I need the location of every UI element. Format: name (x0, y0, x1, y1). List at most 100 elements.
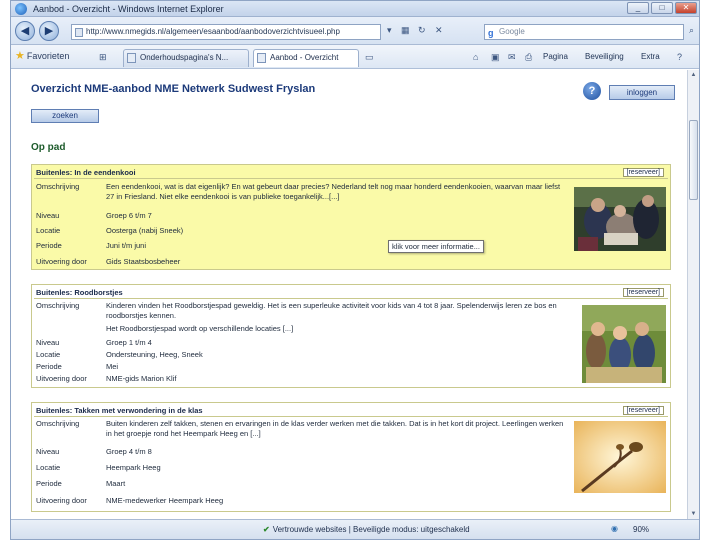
period-value: Maart (106, 479, 126, 488)
search-placeholder: Google (499, 27, 525, 36)
forward-button[interactable]: ▶ (39, 21, 59, 41)
tab-label: Aanbod - Overzicht (270, 53, 339, 62)
activity-card: Buitenles: In de eendenkooi [reserveer] … (31, 164, 671, 270)
description-label: Omschrijving (36, 301, 80, 310)
maximize-icon[interactable]: □ (651, 2, 673, 14)
google-icon: g (488, 28, 494, 38)
page-icon (257, 53, 266, 63)
card-title[interactable]: Buitenles: In de eendenkooi (36, 168, 136, 177)
status-bar: ✔ Vertrouwde websites | Beveiligde modus:… (11, 519, 699, 539)
ie-logo-icon (15, 3, 27, 15)
search-go-icon[interactable]: ⌕ (689, 25, 694, 36)
period-label: Periode (36, 362, 62, 371)
title-bar: Aanbod - Overzicht - Windows Internet Ex… (11, 1, 699, 17)
status-text: Vertrouwde websites | Beveiligde modus: … (272, 525, 470, 534)
favorites-button[interactable]: ★ Favorieten (15, 49, 69, 62)
page-icon (127, 53, 136, 63)
minimize-icon[interactable]: _ (627, 2, 649, 14)
divider (34, 178, 668, 179)
tab-bar: ★ Favorieten ⊞ Onderhoudspagina's N... Aa… (11, 45, 699, 69)
zoom-level[interactable]: 90% (633, 525, 649, 534)
tab-aanbod[interactable]: Aanbod - Overzicht (253, 49, 359, 67)
level-value: Groep 6 t/m 7 (106, 211, 152, 220)
mail-icon[interactable]: ✉ (508, 52, 516, 63)
home-icon[interactable]: ⌂ (473, 52, 478, 62)
page-icon (75, 28, 83, 37)
description-value-2: Het Roodborstjespad wordt op verschillen… (106, 324, 294, 333)
tab-label: Onderhoudspagina's N... (140, 53, 229, 62)
description-label: Omschrijving (36, 419, 80, 428)
provider-value: NME-medewerker Heempark Heeg (106, 496, 224, 505)
period-value: Mei (106, 362, 119, 371)
print-icon[interactable]: ⎙ (525, 52, 532, 63)
star-icon: ★ (15, 50, 25, 62)
favorites-label: Favorieten (26, 51, 70, 61)
level-label: Niveau (36, 447, 60, 456)
period-value: Juni t/m juni (106, 241, 147, 250)
help-menu-icon[interactable]: ? (677, 52, 682, 62)
check-icon: ✔ (263, 525, 270, 534)
help-icon[interactable]: ? (583, 82, 601, 100)
dropdown-arrow-icon[interactable]: ▾ (387, 25, 392, 36)
scroll-up-icon[interactable]: ▲ (689, 70, 698, 80)
provider-label: Uitvoering door (36, 496, 87, 505)
activity-card: Buitenles: Roodborstjes [reserveer] Omsc… (31, 284, 671, 388)
address-toolbar: ◀ ▶ http://www.nmegids.nl/algemeen/esaan… (11, 17, 699, 45)
description-value: Buiten kinderen zelf takken, stenen en e… (106, 419, 564, 438)
back-button[interactable]: ◀ (15, 21, 35, 41)
safety-menu[interactable]: Beveiliging (585, 52, 624, 61)
description-value: Kinderen vinden het Roodborstjespad gewe… (106, 301, 557, 320)
level-value: Groep 1 t/m 4 (106, 338, 152, 347)
search-input[interactable]: g Google (484, 24, 684, 40)
location-label: Locatie (36, 350, 61, 359)
window-controls: _ □ ✕ (627, 2, 697, 14)
provider-label: Uitvoering door (36, 257, 87, 266)
search-button[interactable]: zoeken (31, 109, 99, 123)
compatibility-icon[interactable]: ▦ (401, 25, 410, 36)
scroll-down-icon[interactable]: ▼ (689, 509, 698, 519)
reserve-link[interactable]: [reserveer] (622, 288, 664, 297)
divider (34, 416, 668, 417)
section-heading: Op pad (31, 142, 66, 153)
reserve-link[interactable]: [reserveer] (622, 406, 664, 415)
login-button[interactable]: inloggen (609, 85, 675, 100)
close-icon[interactable]: ✕ (675, 2, 697, 14)
activity-photo[interactable] (574, 187, 666, 251)
stop-icon[interactable]: ✕ (435, 25, 443, 36)
provider-value: Gids Staatsbosbeheer (106, 257, 181, 266)
period-label: Periode (36, 479, 62, 488)
provider-label: Uitvoering door (36, 374, 87, 383)
description-label: Omschrijving (36, 182, 80, 191)
tab-onderhoud[interactable]: Onderhoudspagina's N... (123, 49, 249, 67)
activity-photo[interactable] (574, 421, 666, 493)
divider (34, 298, 668, 299)
address-bar[interactable]: http://www.nmegids.nl/algemeen/esaanbod/… (71, 24, 381, 40)
page-menu[interactable]: Pagina (543, 52, 568, 61)
reserve-link[interactable]: [reserveer] (622, 168, 664, 177)
new-tab-icon[interactable]: ▭ (365, 52, 374, 63)
tooltip: klik voor meer informatie... (388, 240, 484, 253)
vertical-scrollbar[interactable]: ▲ ▼ (687, 70, 699, 519)
refresh-icon[interactable]: ↻ (418, 25, 426, 36)
level-label: Niveau (36, 211, 60, 220)
tools-menu[interactable]: Extra (641, 52, 660, 61)
activity-card: Buitenles: Takken met verwondering in de… (31, 402, 671, 512)
page-content: Overzicht NME-aanbod NME Netwerk Sudwest… (11, 70, 687, 519)
address-text: http://www.nmegids.nl/algemeen/esaanbod/… (86, 27, 340, 36)
location-label: Locatie (36, 226, 61, 235)
scroll-thumb[interactable] (689, 120, 698, 200)
description-value: Een eendenkooi, wat is dat eigenlijk? En… (106, 182, 561, 201)
window-title: Aanbod - Overzicht - Windows Internet Ex… (33, 4, 224, 14)
location-value: Heempark Heeg (106, 463, 161, 472)
quick-tabs-icon[interactable]: ⊞ (99, 52, 107, 63)
provider-value: NME-gids Marion Klif (106, 374, 177, 383)
feeds-icon[interactable]: ▣ (491, 52, 500, 63)
level-value: Groep 4 t/m 8 (106, 447, 152, 456)
card-title[interactable]: Buitenles: Takken met verwondering in de… (36, 406, 203, 415)
activity-photo[interactable] (582, 305, 666, 383)
card-title[interactable]: Buitenles: Roodborstjes (36, 288, 123, 297)
level-label: Niveau (36, 338, 60, 347)
location-value: Ondersteuning, Heeg, Sneek (106, 350, 203, 359)
globe-icon: ◉ (611, 524, 618, 533)
browser-window: Aanbod - Overzicht - Windows Internet Ex… (10, 0, 700, 540)
